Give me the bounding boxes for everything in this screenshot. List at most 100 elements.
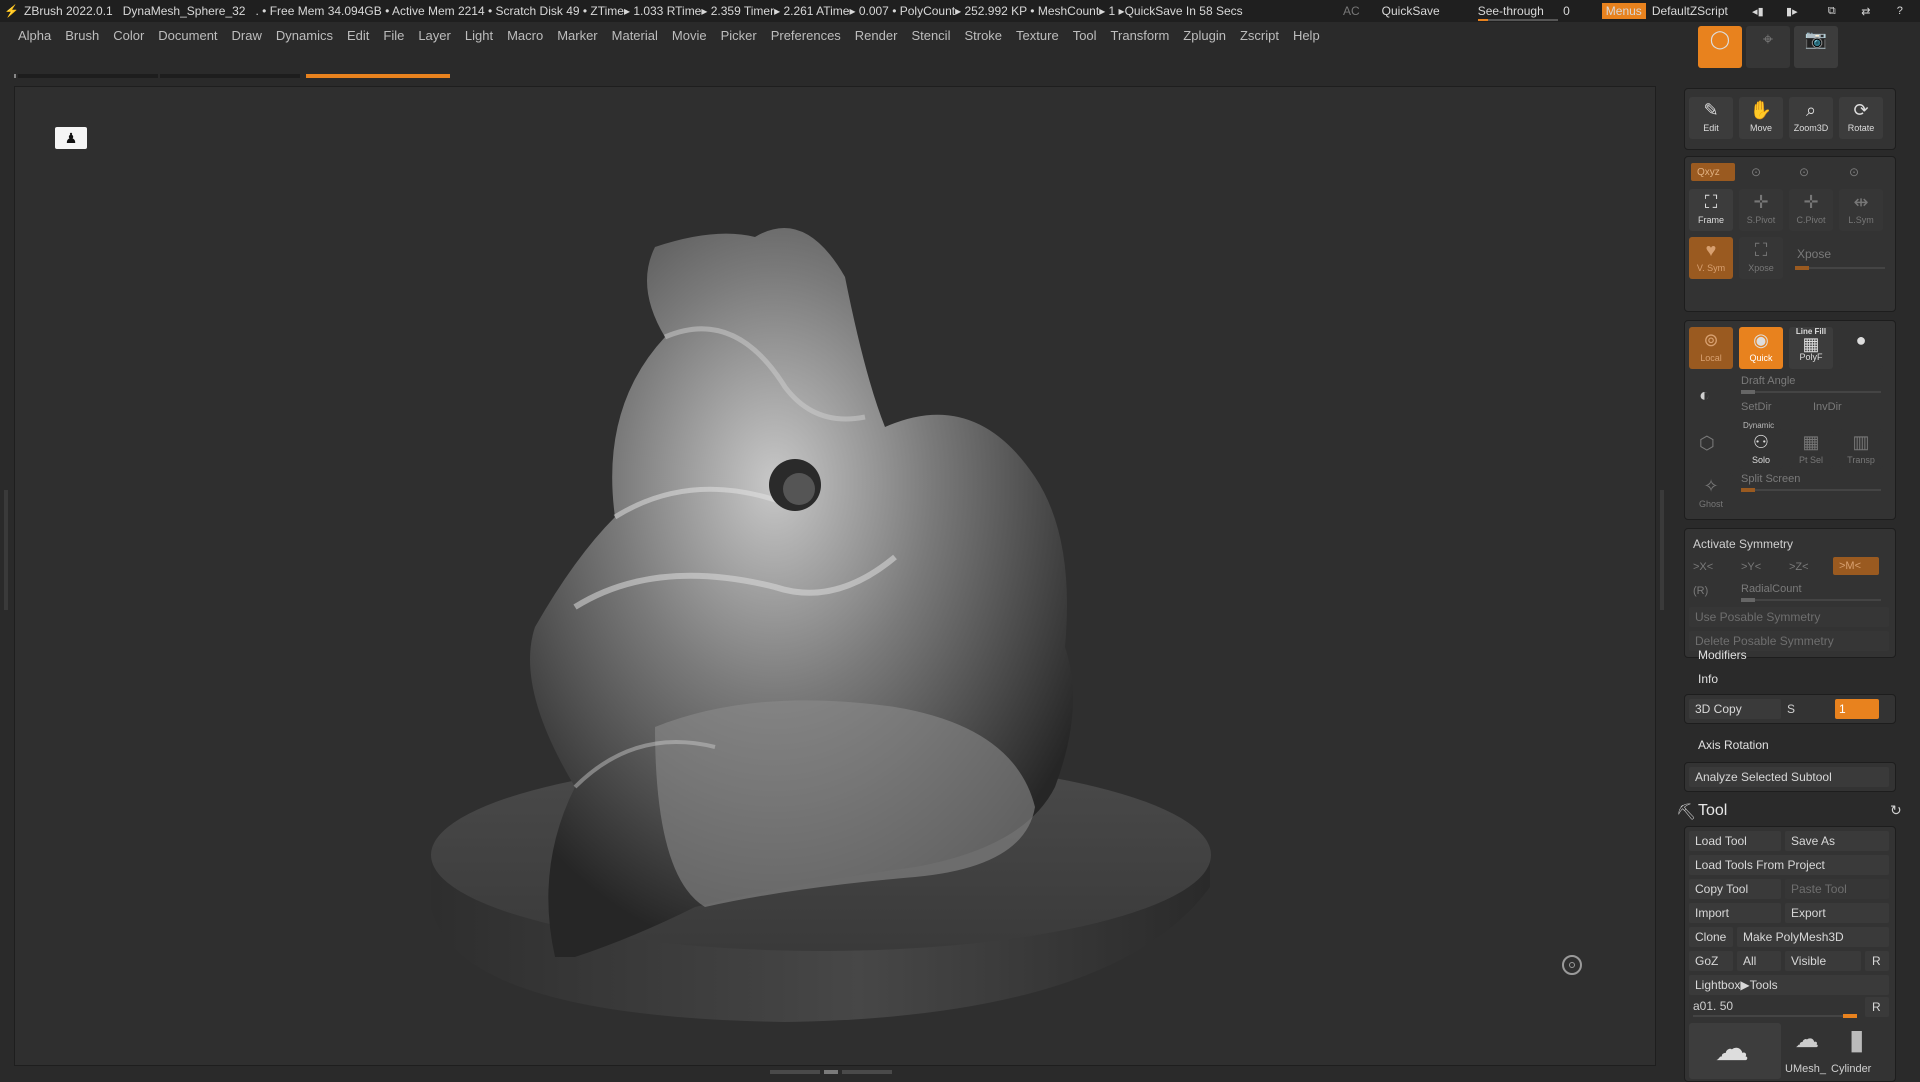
menu-macro[interactable]: Macro [507, 28, 543, 43]
ptsel-button[interactable]: ▦ Pt Sel [1789, 429, 1833, 469]
modifiers-header[interactable]: Modifiers [1698, 648, 1747, 662]
menu-document[interactable]: Document [158, 28, 217, 43]
zoom3d-button[interactable]: ⌕ Zoom3D [1789, 97, 1833, 139]
canvas-viewport[interactable]: ♟ [14, 86, 1656, 1066]
invdir-button[interactable]: InvDir [1813, 401, 1842, 413]
activate-symmetry-button[interactable]: Activate Symmetry [1693, 537, 1793, 551]
polyf-button[interactable]: Line Fill ▦ PolyF [1789, 327, 1833, 369]
load-tool-button[interactable]: Load Tool [1689, 831, 1781, 851]
menu-edit[interactable]: Edit [347, 28, 369, 43]
tool-slider[interactable] [1693, 1014, 1857, 1018]
copy3d-value-field[interactable]: 1 [1835, 699, 1879, 719]
layout-swap-icon[interactable]: ⧉ [1820, 5, 1844, 18]
sym-z-button[interactable]: >Z< [1789, 561, 1809, 573]
cpivot-button[interactable]: ✛ C.Pivot [1789, 189, 1833, 231]
vsym-button[interactable]: ♥ V. Sym [1689, 237, 1733, 279]
analyze-selected-subtool-button[interactable]: Analyze Selected Subtool [1689, 767, 1889, 787]
import-button[interactable]: Import [1689, 903, 1781, 923]
menu-zscript[interactable]: Zscript [1240, 28, 1279, 43]
local-button[interactable]: ⊚ Local [1689, 327, 1733, 369]
frame-button[interactable]: ⛶ Frame [1689, 189, 1733, 231]
split-screen-slider[interactable] [1741, 488, 1881, 492]
menu-movie[interactable]: Movie [672, 28, 707, 43]
tool-palette-title[interactable]: Tool [1698, 802, 1727, 820]
xpose-button[interactable]: ⛶ Xpose [1739, 237, 1783, 279]
x-axis-icon[interactable]: ⊙ [1751, 165, 1761, 179]
draft-angle-slider[interactable] [1741, 390, 1881, 394]
paste-tool-button[interactable]: Paste Tool [1785, 879, 1889, 899]
spivot-button[interactable]: ✛ S.Pivot [1739, 189, 1783, 231]
cylinder-thumb-icon[interactable]: ▮ [1849, 1023, 1864, 1056]
clone-button[interactable]: Clone [1689, 927, 1733, 947]
menu-brush[interactable]: Brush [65, 28, 99, 43]
rotate-button[interactable]: ⟳ Rotate [1839, 97, 1883, 139]
transp-button[interactable]: ▥ Transp [1839, 429, 1883, 469]
use-posable-symmetry-button[interactable]: Use Posable Symmetry [1689, 607, 1889, 627]
see-through-slider[interactable]: See-through 0 [1477, 4, 1580, 21]
menu-material[interactable]: Material [612, 28, 658, 43]
menu-picker[interactable]: Picker [721, 28, 757, 43]
layout-left-icon[interactable]: ◂▮ [1746, 5, 1770, 18]
move-button[interactable]: ✋ Move [1739, 97, 1783, 139]
current-tool-thumbnail[interactable]: ☁ [1689, 1023, 1781, 1079]
bottom-tray-grip[interactable] [770, 1068, 900, 1076]
info-header[interactable]: Info [1698, 672, 1718, 686]
contrast-icon[interactable]: ◐ [1699, 385, 1710, 406]
menu-draw[interactable]: Draw [232, 28, 262, 43]
see-through-track[interactable] [1477, 19, 1558, 21]
menu-marker[interactable]: Marker [557, 28, 597, 43]
sym-m-button[interactable]: >M< [1833, 557, 1879, 575]
layout-toggle-icon[interactable]: ⇄ [1854, 5, 1878, 18]
snapshot-button[interactable]: 📷 [1794, 26, 1838, 68]
menu-alpha[interactable]: Alpha [18, 28, 51, 43]
menu-render[interactable]: Render [855, 28, 898, 43]
default-zscript[interactable]: DefaultZScript [1652, 4, 1728, 18]
menu-zplugin[interactable]: Zplugin [1183, 28, 1226, 43]
sym-y-button[interactable]: >Y< [1741, 561, 1761, 573]
z-axis-icon[interactable]: ⊙ [1849, 165, 1859, 179]
menu-stroke[interactable]: Stroke [964, 28, 1002, 43]
target-icon[interactable] [1562, 955, 1582, 975]
save-as-button[interactable]: Save As [1785, 831, 1889, 851]
radial-count-slider[interactable] [1741, 598, 1881, 602]
xyz-toggle[interactable]: Qxyz [1691, 163, 1735, 181]
solo-button[interactable]: ⚇ Solo [1739, 429, 1783, 469]
ghost-button[interactable]: ✧ Ghost [1689, 473, 1733, 513]
menu-file[interactable]: File [383, 28, 404, 43]
menu-texture[interactable]: Texture [1016, 28, 1059, 43]
menu-help[interactable]: Help [1293, 28, 1320, 43]
transp-sphere-button[interactable]: ● [1839, 327, 1883, 369]
copy3d-button[interactable]: 3D Copy [1689, 699, 1781, 719]
export-button[interactable]: Export [1785, 903, 1889, 923]
copy-tool-button[interactable]: Copy Tool [1689, 879, 1781, 899]
umesh-thumb-icon[interactable]: ☁ [1795, 1025, 1819, 1054]
y-axis-icon[interactable]: ⊙ [1799, 165, 1809, 179]
shelf-tab-2[interactable] [160, 74, 300, 78]
menu-transform[interactable]: Transform [1111, 28, 1170, 43]
menu-tool[interactable]: Tool [1073, 28, 1097, 43]
lightbox-tools-button[interactable]: Lightbox▶Tools [1689, 975, 1889, 995]
menu-color[interactable]: Color [113, 28, 144, 43]
goz-r-button[interactable]: R [1865, 951, 1889, 971]
goz-all-button[interactable]: All [1737, 951, 1781, 971]
make-polymesh3d-button[interactable]: Make PolyMesh3D [1737, 927, 1889, 947]
menu-stencil[interactable]: Stencil [911, 28, 950, 43]
cube-icon[interactable]: ⬡ [1699, 433, 1715, 454]
sym-x-button[interactable]: >X< [1693, 561, 1713, 573]
left-tray-grip[interactable] [4, 490, 8, 610]
quick-button[interactable]: ◉ Quick [1739, 327, 1783, 369]
refresh-icon[interactable]: ↻ [1890, 802, 1902, 819]
ac-toggle[interactable]: AC [1343, 4, 1360, 18]
menu-layer[interactable]: Layer [418, 28, 451, 43]
right-tray-grip[interactable] [1660, 490, 1664, 610]
goz-visible-button[interactable]: Visible [1785, 951, 1861, 971]
menu-preferences[interactable]: Preferences [771, 28, 841, 43]
xpose-slider[interactable] [1795, 266, 1885, 270]
menu-light[interactable]: Light [465, 28, 493, 43]
tool-r-button[interactable]: R [1865, 997, 1889, 1017]
shelf-tab-1[interactable] [18, 74, 158, 78]
sym-r-button[interactable]: (R) [1693, 585, 1708, 597]
shelf-tab-active[interactable] [306, 74, 450, 78]
goz-button[interactable]: GoZ [1689, 951, 1733, 971]
edit-button[interactable]: ✎ Edit [1689, 97, 1733, 139]
